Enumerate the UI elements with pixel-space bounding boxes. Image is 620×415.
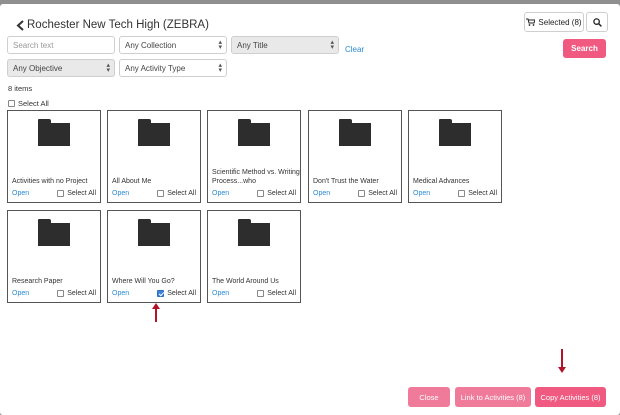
folder-select-all[interactable]: Select All <box>458 190 497 197</box>
folder-name: Research Paper <box>12 278 63 285</box>
folder-card[interactable]: Medical Advances Open Select All <box>408 110 502 203</box>
back-chevron-icon[interactable] <box>12 16 28 34</box>
folder-icon <box>38 119 70 146</box>
select-caret-icon: ▴ ▾ <box>218 39 222 51</box>
select-caret-icon: ▴ ▾ <box>218 62 222 74</box>
link-to-activities-button[interactable]: Link to Activities (8) <box>455 387 531 407</box>
folder-icon <box>339 119 371 146</box>
select-caret-icon: ▴ ▾ <box>106 62 110 74</box>
folder-name: Where Will You Go? <box>112 278 175 285</box>
annotation-arrow-up <box>152 303 160 322</box>
folder-select-all[interactable]: Select All <box>57 290 96 297</box>
folder-card[interactable]: All About Me Open Select All <box>107 110 201 203</box>
folder-checkbox[interactable] <box>257 190 265 197</box>
folder-open-link[interactable]: Open <box>12 190 29 197</box>
folder-select-all[interactable]: Select All <box>157 290 196 297</box>
search-icon <box>592 17 602 27</box>
copy-activities-button[interactable]: Copy Activities (8) <box>535 387 606 407</box>
folder-checkbox[interactable] <box>458 190 466 197</box>
folder-card[interactable]: Activities with no Project Open Select A… <box>7 110 101 203</box>
folder-open-link[interactable]: Open <box>212 290 229 297</box>
folder-card[interactable]: Don't Trust the Water Open Select All <box>308 110 402 203</box>
folder-name: Activities with no Project <box>12 178 88 185</box>
folder-name: Don't Trust the Water <box>313 178 379 185</box>
collection-select-value: Any Collection <box>125 40 177 50</box>
folder-select-label: Select All <box>368 190 397 197</box>
header-search-button[interactable] <box>586 12 608 32</box>
folder-select-label: Select All <box>167 190 196 197</box>
folder-open-link[interactable]: Open <box>413 190 430 197</box>
folder-icon <box>138 119 170 146</box>
folder-open-link[interactable]: Open <box>212 190 229 197</box>
folder-checkbox[interactable] <box>157 190 165 197</box>
selected-count-label: Selected (8) <box>538 17 582 27</box>
folder-name: All About Me <box>112 178 152 185</box>
search-button[interactable]: Search <box>563 39 606 58</box>
folder-select-all[interactable]: Select All <box>157 190 196 197</box>
folder-card[interactable]: Scientific Method vs. Writing Process...… <box>207 110 301 203</box>
folder-icon <box>38 219 70 246</box>
folder-select-label: Select All <box>67 290 96 297</box>
folder-icon <box>238 219 270 246</box>
select-caret-icon: ▴ ▾ <box>330 39 334 51</box>
folder-checkbox[interactable] <box>57 290 65 297</box>
title-select-value: Any Title <box>237 40 268 50</box>
folder-select-all[interactable]: Select All <box>257 190 296 197</box>
close-button[interactable]: Close <box>408 387 450 407</box>
folder-select-all[interactable]: Select All <box>57 190 96 197</box>
folder-checkbox[interactable] <box>57 190 65 197</box>
activity-type-select-value: Any Activity Type <box>125 63 186 73</box>
collection-select[interactable]: Any Collection ▴ ▾ <box>119 36 227 54</box>
folder-card[interactable]: Research Paper Open Select All <box>7 210 101 303</box>
folder-select-all[interactable]: Select All <box>358 190 397 197</box>
select-all-label: Select All <box>18 99 49 108</box>
activity-type-select[interactable]: Any Activity Type ▴ ▾ <box>119 59 227 77</box>
folder-select-label: Select All <box>267 290 296 297</box>
folder-name: Scientific Method vs. Writing Process...… <box>212 169 300 185</box>
folder-checkbox-checked[interactable] <box>157 290 165 297</box>
folder-open-link[interactable]: Open <box>12 290 29 297</box>
results-count: 8 items <box>8 84 33 93</box>
folder-card[interactable]: Where Will You Go? Open Select All <box>107 210 201 303</box>
folder-select-label: Select All <box>167 290 196 297</box>
folder-checkbox[interactable] <box>257 290 265 297</box>
folder-icon <box>138 219 170 246</box>
folder-select-label: Select All <box>67 190 96 197</box>
cart-icon <box>526 18 536 26</box>
objective-select[interactable]: Any Objective ▴ ▾ <box>7 59 115 77</box>
folder-select-label: Select All <box>468 190 497 197</box>
modal-title: Rochester New Tech High (ZEBRA) <box>27 19 209 31</box>
objective-select-value: Any Objective <box>13 63 63 73</box>
select-all-row[interactable]: Select All <box>8 99 49 108</box>
search-text-field[interactable] <box>7 36 115 54</box>
clear-filters-link[interactable]: Clear <box>345 45 364 54</box>
folder-open-link[interactable]: Open <box>112 290 129 297</box>
folder-icon <box>439 119 471 146</box>
select-all-checkbox[interactable] <box>8 100 15 107</box>
folder-checkbox[interactable] <box>358 190 366 197</box>
search-input[interactable] <box>13 40 114 50</box>
folder-select-label: Select All <box>267 190 296 197</box>
folder-open-link[interactable]: Open <box>112 190 129 197</box>
folder-icon <box>238 119 270 146</box>
folder-open-link[interactable]: Open <box>313 190 330 197</box>
annotation-arrow-down <box>558 349 566 373</box>
selected-cart-button[interactable]: Selected (8) <box>524 12 584 32</box>
copy-activities-modal: Rochester New Tech High (ZEBRA) Selected… <box>0 4 620 415</box>
folder-name: The World Around Us <box>212 278 279 285</box>
folder-select-all[interactable]: Select All <box>257 290 296 297</box>
title-select[interactable]: Any Title ▴ ▾ <box>231 36 339 54</box>
folder-name: Medical Advances <box>413 178 470 185</box>
folder-card[interactable]: The World Around Us Open Select All <box>207 210 301 303</box>
